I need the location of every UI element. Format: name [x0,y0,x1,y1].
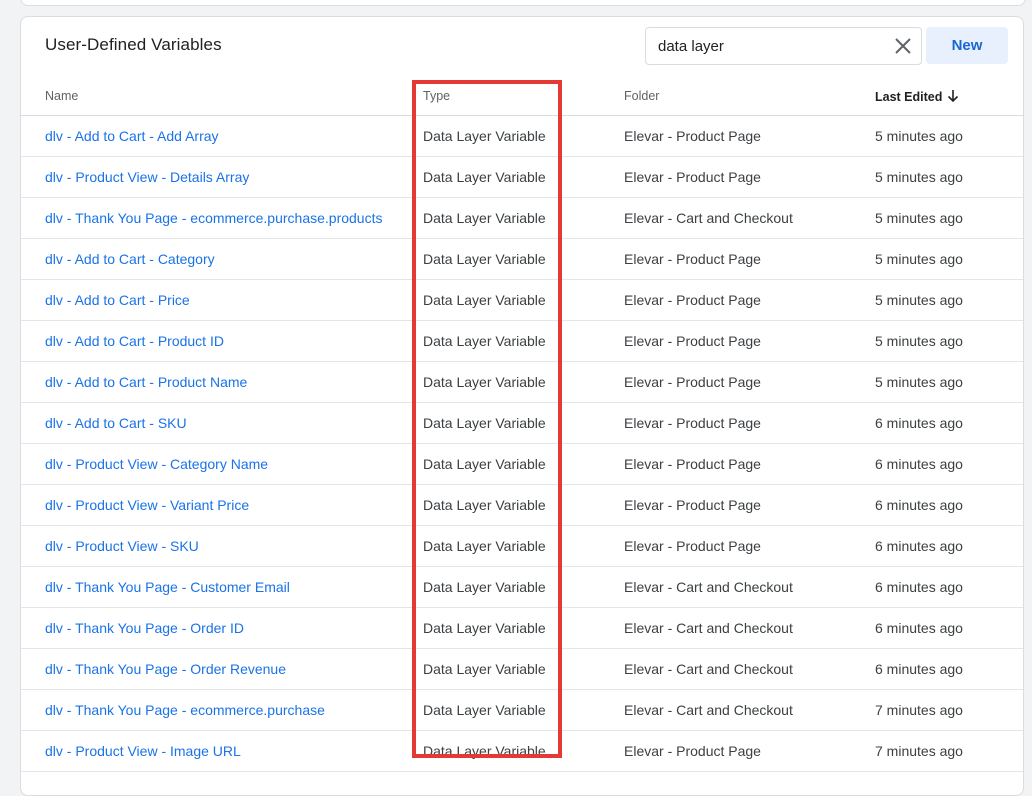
variable-last-edited: 6 minutes ago [875,538,963,554]
variable-name-link[interactable]: dlv - Add to Cart - Product Name [45,374,247,390]
table-row[interactable]: dlv - Product View - Variant Price Data L… [21,485,1023,526]
variable-folder: Elevar - Product Page [624,128,761,144]
variable-type: Data Layer Variable [423,333,546,349]
variable-type: Data Layer Variable [423,661,546,677]
column-header-name[interactable]: Name [45,89,78,103]
variables-card: User-Defined Variables New Name Type Fol… [20,16,1024,796]
variable-last-edited: 6 minutes ago [875,620,963,636]
variables-table: Name Type Folder Last Edited dlv - Add t… [21,74,1023,772]
variable-last-edited: 5 minutes ago [875,292,963,308]
variable-name-link[interactable]: dlv - Product View - Category Name [45,456,268,472]
variable-name-link[interactable]: dlv - Product View - SKU [45,538,199,554]
variable-last-edited: 6 minutes ago [875,497,963,513]
column-header-type[interactable]: Type [423,89,450,103]
variable-folder: Elevar - Cart and Checkout [624,620,793,636]
column-header-last-edited-label: Last Edited [875,90,943,104]
table-row[interactable]: dlv - Thank You Page - Order ID Data Laye… [21,608,1023,649]
table-body: dlv - Add to Cart - Add Array Data Layer … [21,116,1023,772]
variable-folder: Elevar - Product Page [624,743,761,759]
variable-folder: Elevar - Product Page [624,538,761,554]
variable-last-edited: 6 minutes ago [875,661,963,677]
variable-type: Data Layer Variable [423,456,546,472]
variable-last-edited: 6 minutes ago [875,579,963,595]
variable-folder: Elevar - Product Page [624,169,761,185]
search-input[interactable] [658,28,883,64]
variable-last-edited: 5 minutes ago [875,128,963,144]
variable-name-link[interactable]: dlv - Product View - Details Array [45,169,249,185]
variable-type: Data Layer Variable [423,415,546,431]
variable-last-edited: 6 minutes ago [875,415,963,431]
variable-type: Data Layer Variable [423,210,546,226]
variable-type: Data Layer Variable [423,538,546,554]
table-row[interactable]: dlv - Thank You Page - ecommerce.purchas… [21,690,1023,731]
variable-folder: Elevar - Product Page [624,251,761,267]
variable-name-link[interactable]: dlv - Add to Cart - Category [45,251,215,267]
variable-name-link[interactable]: dlv - Product View - Image URL [45,743,241,759]
variable-last-edited: 5 minutes ago [875,251,963,267]
table-row[interactable]: dlv - Add to Cart - Price Data Layer Vari… [21,280,1023,321]
variable-last-edited: 6 minutes ago [875,456,963,472]
variable-type: Data Layer Variable [423,702,546,718]
column-header-folder[interactable]: Folder [624,89,659,103]
variable-folder: Elevar - Product Page [624,292,761,308]
table-row[interactable]: dlv - Product View - SKU Data Layer Varia… [21,526,1023,567]
column-header-last-edited[interactable]: Last Edited [875,89,960,106]
variable-name-link[interactable]: dlv - Thank You Page - Order Revenue [45,661,286,677]
table-header: Name Type Folder Last Edited [21,74,1023,116]
variable-type: Data Layer Variable [423,292,546,308]
variable-name-link[interactable]: dlv - Product View - Variant Price [45,497,249,513]
variable-last-edited: 5 minutes ago [875,169,963,185]
table-row[interactable]: dlv - Add to Cart - Product Name Data Lay… [21,362,1023,403]
table-row[interactable]: dlv - Product View - Category Name Data L… [21,444,1023,485]
variable-type: Data Layer Variable [423,620,546,636]
table-row[interactable]: dlv - Add to Cart - Add Array Data Layer … [21,116,1023,157]
table-row[interactable]: dlv - Add to Cart - SKU Data Layer Variab… [21,403,1023,444]
variable-folder: Elevar - Cart and Checkout [624,702,793,718]
variable-type: Data Layer Variable [423,251,546,267]
variable-last-edited: 7 minutes ago [875,743,963,759]
variable-folder: Elevar - Product Page [624,497,761,513]
variable-type: Data Layer Variable [423,579,546,595]
variable-name-link[interactable]: dlv - Thank You Page - Order ID [45,620,244,636]
table-row[interactable]: dlv - Add to Cart - Product ID Data Layer… [21,321,1023,362]
variable-name-link[interactable]: dlv - Add to Cart - Add Array [45,128,219,144]
variable-type: Data Layer Variable [423,128,546,144]
variable-folder: Elevar - Product Page [624,333,761,349]
card-title: User-Defined Variables [45,35,222,54]
variable-name-link[interactable]: dlv - Add to Cart - Product ID [45,333,224,349]
variable-name-link[interactable]: dlv - Thank You Page - ecommerce.purchas… [45,210,382,226]
table-row[interactable]: dlv - Product View - Image URL Data Layer… [21,731,1023,772]
variable-type: Data Layer Variable [423,374,546,390]
variable-name-link[interactable]: dlv - Thank You Page - ecommerce.purchas… [45,702,325,718]
variable-type: Data Layer Variable [423,497,546,513]
new-variable-button[interactable]: New [926,27,1008,64]
variable-folder: Elevar - Cart and Checkout [624,210,793,226]
table-row[interactable]: dlv - Product View - Details Array Data L… [21,157,1023,198]
search-field[interactable] [645,27,922,65]
variable-folder: Elevar - Product Page [624,374,761,390]
variable-folder: Elevar - Product Page [624,415,761,431]
variable-folder: Elevar - Product Page [624,456,761,472]
table-row[interactable]: dlv - Thank You Page - Customer Email Dat… [21,567,1023,608]
variable-last-edited: 5 minutes ago [875,374,963,390]
table-row[interactable]: dlv - Add to Cart - Category Data Layer V… [21,239,1023,280]
arrow-down-icon [946,89,960,106]
close-icon[interactable] [893,36,913,56]
variable-folder: Elevar - Cart and Checkout [624,579,793,595]
previous-card-edge [20,0,1026,6]
table-row[interactable]: dlv - Thank You Page - ecommerce.purchas… [21,198,1023,239]
variable-type: Data Layer Variable [423,743,546,759]
variable-name-link[interactable]: dlv - Add to Cart - Price [45,292,190,308]
table-row[interactable]: dlv - Thank You Page - Order Revenue Data… [21,649,1023,690]
variable-last-edited: 5 minutes ago [875,210,963,226]
variable-folder: Elevar - Cart and Checkout [624,661,793,677]
variable-last-edited: 5 minutes ago [875,333,963,349]
variable-name-link[interactable]: dlv - Add to Cart - SKU [45,415,187,431]
variable-type: Data Layer Variable [423,169,546,185]
variable-last-edited: 7 minutes ago [875,702,963,718]
variable-name-link[interactable]: dlv - Thank You Page - Customer Email [45,579,290,595]
